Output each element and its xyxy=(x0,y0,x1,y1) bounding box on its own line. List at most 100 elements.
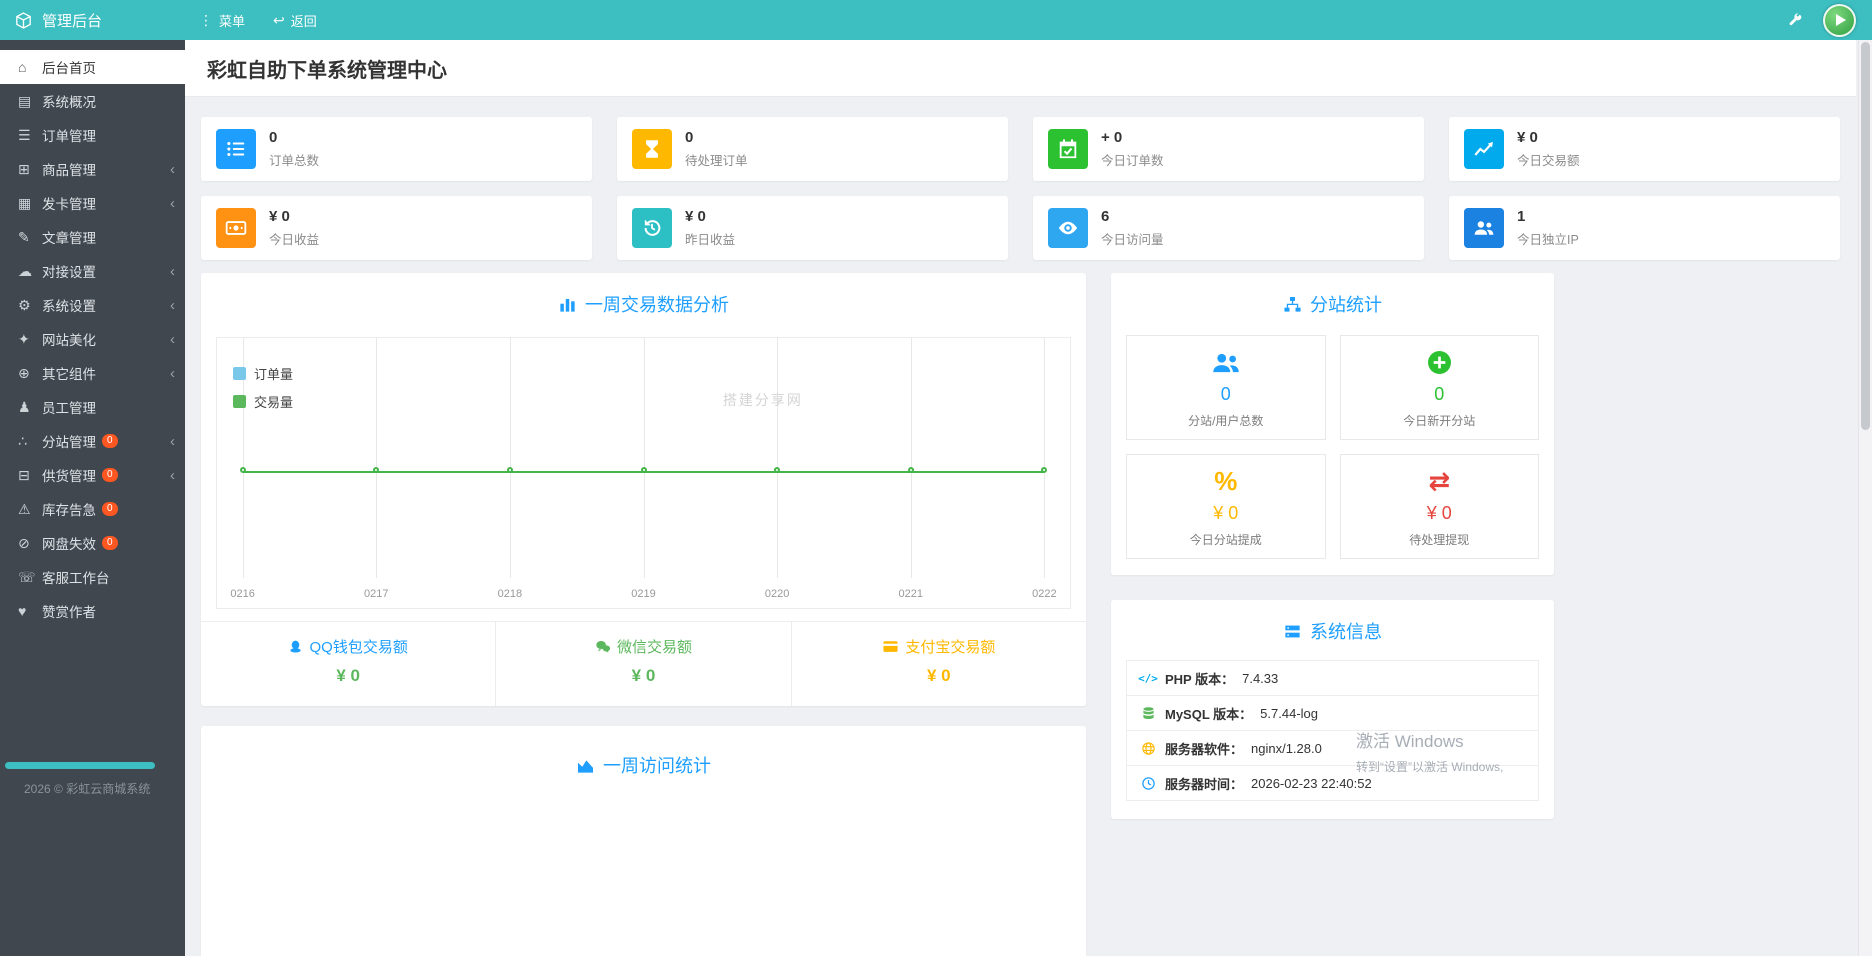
sidebar-item-stock-alert[interactable]: ⚠ 库存告急 0 xyxy=(0,492,185,526)
stat-label: 待处理订单 xyxy=(685,154,748,168)
stat-label: 今日订单数 xyxy=(1101,154,1164,168)
menu-toggle-button[interactable]: ⋮ 菜单 xyxy=(185,0,259,40)
x-axis-label: 0221 xyxy=(898,588,923,600)
sidebar-item-netdisk-invalid[interactable]: ⊘ 网盘失效 0 xyxy=(0,526,185,560)
substat-value: 0 xyxy=(1434,383,1445,404)
sidebar-item-label: 系统设置 xyxy=(42,299,96,314)
data-point-marker xyxy=(506,467,513,473)
trade-chart-card: 一周交易数据分析 订单量 交易量 搭建分享网 0216 0217 0218 02… xyxy=(201,273,1086,706)
data-point-marker xyxy=(907,467,914,473)
gridline xyxy=(777,338,779,578)
page-scrollbar-thumb[interactable] xyxy=(1861,42,1870,430)
sidebar-item-api[interactable]: ☁ 对接设置 ‹ xyxy=(0,254,185,288)
sidebar-item-label: 商品管理 xyxy=(42,163,96,178)
sidebar-scrollbar-thumb[interactable] xyxy=(5,762,155,769)
stock-alert-icon: ⚠ xyxy=(18,500,31,517)
stats-grid: 0 订单总数 0 待处理订单 + 0 今日订单数 ¥ 0 今日交易额 ¥ 0 今… xyxy=(201,117,1840,260)
trade-chart-title: 一周交易数据分析 xyxy=(216,291,1071,317)
content: 0 订单总数 0 待处理订单 + 0 今日订单数 ¥ 0 今日交易额 ¥ 0 今… xyxy=(185,97,1856,956)
chart-watermark: 搭建分享网 xyxy=(722,392,803,408)
substat-label: 分站/用户总数 xyxy=(1188,413,1264,428)
sitemap-icon xyxy=(1284,296,1301,312)
stat-value: ¥ 0 xyxy=(1517,129,1538,146)
bar-chart-icon xyxy=(560,298,575,312)
sidebar-item-beautify[interactable]: ✦ 网站美化 ‹ xyxy=(0,322,185,356)
substation-panel: 分站统计 0 分站/用户总数 0 今日新开分站 % ¥ 0 今日分站提成 ⇄ ¥… xyxy=(1111,273,1554,575)
sidebar-item-donate[interactable]: ♥ 赞赏作者 xyxy=(0,594,185,628)
sidebar-item-settings[interactable]: ⚙ 系统设置 ‹ xyxy=(0,288,185,322)
chevron-left-icon: ‹ xyxy=(170,296,175,314)
wrench-icon[interactable] xyxy=(1787,12,1803,28)
sidebar-item-label: 网站美化 xyxy=(42,333,96,348)
substation-title: 分站统计 xyxy=(1126,291,1539,317)
payment-label: QQ钱包交易额 xyxy=(309,639,408,656)
legend-label: 交易量 xyxy=(254,395,294,410)
system-info-title-text: 系统信息 xyxy=(1310,622,1382,642)
chart-legend: 订单量 交易量 xyxy=(233,364,293,411)
legend-item-orders[interactable]: 订单量 xyxy=(233,364,293,383)
return-arrow-icon: ↩ xyxy=(273,11,285,28)
x-axis-label: 0216 xyxy=(230,588,255,600)
sidebar-item-home[interactable]: ⌂ 后台首页 xyxy=(0,50,185,84)
clock-icon xyxy=(1139,776,1157,791)
sidebar-item-label: 发卡管理 xyxy=(42,197,96,212)
sidebar-item-label: 对接设置 xyxy=(42,265,96,280)
legend-item-trades[interactable]: 交易量 xyxy=(233,392,293,411)
sidebar-item-suppliers[interactable]: ⊟ 供货管理 0 ‹ xyxy=(0,458,185,492)
chevron-left-icon: ‹ xyxy=(170,194,175,212)
dashboard-icon: ▤ xyxy=(18,92,32,109)
legend-swatch-trades xyxy=(233,395,246,408)
x-axis-label: 0217 xyxy=(364,588,389,600)
x-axis-label: 0222 xyxy=(1032,588,1057,600)
count-badge: 0 xyxy=(102,536,118,550)
x-axis-label: 0219 xyxy=(631,588,656,600)
banknote-icon xyxy=(216,208,256,248)
sidebar-item-service-desk[interactable]: ☏ 客服工作台 xyxy=(0,560,185,594)
visits-panel: 一周访问统计 xyxy=(201,726,1086,956)
sidebar-item-substations[interactable]: ∴ 分站管理 0 ‹ xyxy=(0,424,185,458)
list-icon xyxy=(216,129,256,169)
chevron-left-icon: ‹ xyxy=(170,364,175,382)
sidebar-item-label: 赞赏作者 xyxy=(42,605,96,620)
exchange-icon: ⇄ xyxy=(1428,466,1451,496)
substation-grid: 0 分站/用户总数 0 今日新开分站 % ¥ 0 今日分站提成 ⇄ ¥ 0 待处… xyxy=(1126,335,1539,559)
stat-label: 今日交易额 xyxy=(1517,154,1580,168)
page-header: 彩虹自助下单系统管理中心 xyxy=(185,40,1856,97)
stat-value: ¥ 0 xyxy=(269,208,290,225)
sidebar-item-overview[interactable]: ▤ 系统概况 xyxy=(0,84,185,118)
system-info-list: </> PHP 版本： 7.4.33 MySQL 版本： 5.7.44-log xyxy=(1126,660,1539,801)
sidebar-item-label: 客服工作台 xyxy=(42,571,110,586)
play-icon xyxy=(1836,13,1846,26)
sidebar: ⌂ 后台首页 ▤ 系统概况 ☰ 订单管理 ⊞ 商品管理 ‹ ▦ 发卡管理 ‹ ✎… xyxy=(0,40,185,956)
card-grid-icon: ▦ xyxy=(18,194,32,211)
users-icon xyxy=(1464,208,1504,248)
database-icon xyxy=(1139,706,1157,721)
trade-chart-title-text: 一周交易数据分析 xyxy=(585,295,729,315)
visits-title-text: 一周访问统计 xyxy=(603,756,711,776)
back-button[interactable]: ↩ 返回 xyxy=(259,0,331,40)
payment-label: 支付宝交易额 xyxy=(905,639,996,656)
sidebar-item-goods[interactable]: ⊞ 商品管理 ‹ xyxy=(0,152,185,186)
wechat-trade-total: 微信交易额 ¥ 0 xyxy=(495,622,790,706)
stat-card-today-trade-amount: ¥ 0 今日交易额 xyxy=(1449,117,1840,181)
info-value: 2026-02-23 22:40:52 xyxy=(1251,775,1372,791)
app-brand[interactable]: 管理后台 xyxy=(0,10,185,31)
substat-value: ¥ 0 xyxy=(1426,502,1452,523)
sidebar-item-articles[interactable]: ✎ 文章管理 xyxy=(0,220,185,254)
sidebar-item-label: 其它组件 xyxy=(42,367,96,382)
sidebar-item-label: 员工管理 xyxy=(42,401,96,416)
sidebar-item-label: 订单管理 xyxy=(42,129,96,144)
sidebar-item-components[interactable]: ⊕ 其它组件 ‹ xyxy=(0,356,185,390)
sidebar-item-staff[interactable]: ♟ 员工管理 xyxy=(0,390,185,424)
netdisk-invalid-icon: ⊘ xyxy=(18,534,30,551)
gridline xyxy=(1044,338,1046,578)
globe-icon xyxy=(1139,741,1157,756)
stat-value: ¥ 0 xyxy=(685,208,706,225)
substat-new-today: 0 今日新开分站 xyxy=(1339,335,1539,440)
page-scrollbar-track[interactable] xyxy=(1858,40,1872,956)
info-value: 7.4.33 xyxy=(1242,670,1279,686)
user-avatar[interactable] xyxy=(1823,3,1856,37)
sidebar-item-orders[interactable]: ☰ 订单管理 xyxy=(0,118,185,152)
sidebar-item-cards[interactable]: ▦ 发卡管理 ‹ xyxy=(0,186,185,220)
percent-icon: % xyxy=(1214,466,1238,496)
